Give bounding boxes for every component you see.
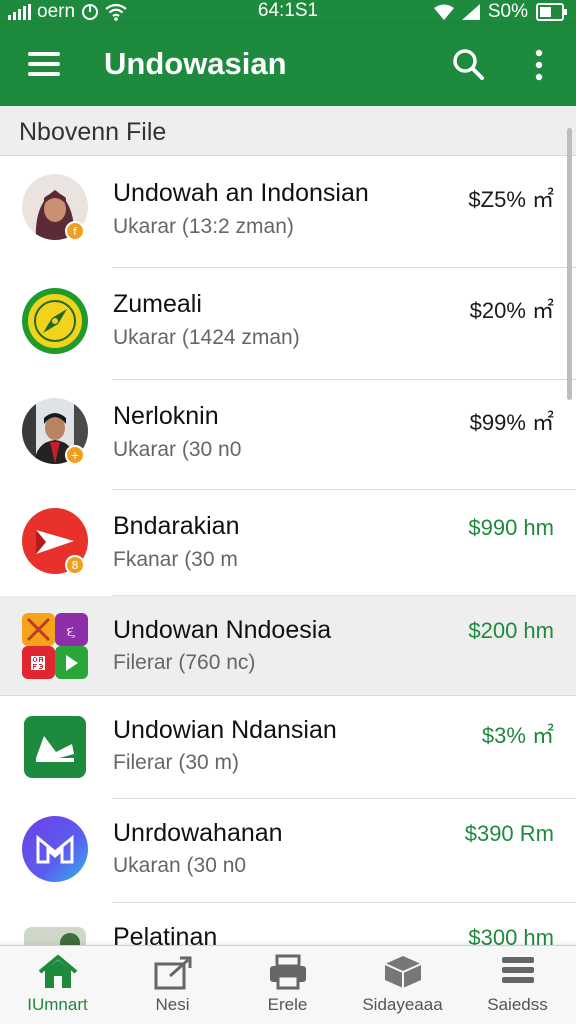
item-name: Zumeali	[113, 290, 202, 318]
item-subtitle: Filerar (760 nc)	[113, 651, 256, 674]
bottom-navigation: IUmnart Nesi Erele Sidayeaaa Saiedss	[0, 945, 576, 1024]
share-icon	[154, 956, 192, 990]
multicolor-tiles-app-icon: ૬ ૳	[22, 613, 88, 679]
battery-percent: S0%	[487, 1, 528, 22]
item-subtitle: Ukarar (30 n0	[113, 438, 242, 461]
item-name: Nerloknin	[113, 402, 219, 430]
nav-label: Nesi	[155, 995, 190, 1014]
item-name: Undowah an Indonsian	[113, 179, 369, 207]
compass-emblem-avatar	[22, 288, 88, 354]
item-name: Pelatinan	[113, 923, 218, 945]
list-icon	[502, 957, 534, 983]
cell-signal-icon	[461, 4, 480, 20]
woman-hijab-avatar: f	[22, 174, 88, 240]
printer-icon	[270, 954, 306, 990]
nav-item-box[interactable]: Sidayeaaa	[345, 946, 460, 1024]
item-name: Undowan Nndoesia	[113, 616, 332, 644]
item-price: $3% ㎡	[481, 723, 554, 748]
item-subtitle: Fkanar (30 m	[113, 548, 238, 571]
man-portrait-avatar: +	[22, 398, 88, 464]
scrollbar[interactable]	[567, 128, 572, 400]
status-bar: oern 64:1S1 S0%	[0, 0, 576, 24]
item-subtitle: Ukarar (13:2 zman)	[113, 215, 294, 238]
list-item[interactable]: Undowian Ndansian Filerar (30 m) $3% ㎡	[0, 696, 576, 799]
item-subtitle: Filerar (30 m)	[113, 751, 240, 774]
home-icon	[38, 955, 78, 988]
section-header-label: Nbovenn File	[19, 118, 167, 146]
item-name: Undowian Ndansian	[113, 716, 337, 744]
nav-label: IUmnart	[27, 995, 88, 1014]
status-right: S0%	[433, 0, 568, 24]
red-arrow-app-icon: 8	[22, 508, 88, 574]
item-name: Unrdowahanan	[113, 819, 283, 847]
green-shoe-app-icon	[24, 716, 86, 778]
svg-text:+: +	[70, 449, 79, 462]
nav-item-print[interactable]: Erele	[230, 946, 345, 1024]
partial-photo-icon	[24, 927, 86, 945]
svg-text:૳: ૳	[30, 654, 46, 673]
item-name: Bndarakian	[113, 512, 240, 540]
nav-label: Erele	[267, 995, 308, 1014]
nav-item-home[interactable]: IUmnart	[0, 946, 115, 1024]
item-price: $990 hm	[468, 515, 554, 540]
list-item-selected[interactable]: ૬ ૳ Undowan Nndoesia Filerar (760 nc) $2…	[0, 596, 576, 696]
purple-gradient-app-icon	[22, 816, 88, 882]
item-price: $99% ㎡	[469, 410, 554, 435]
list-item[interactable]: 8 Bndarakian Fkanar (30 m $990 hm	[0, 490, 576, 596]
nav-item-list[interactable]: Saiedss	[460, 946, 575, 1024]
more-vertical-icon[interactable]	[530, 48, 548, 82]
list-item[interactable]: Pelatinan $300 hm	[0, 903, 576, 945]
app-bar: Undowasian	[0, 24, 576, 106]
item-price: $200 hm	[468, 618, 554, 643]
svg-text:8: 8	[72, 559, 79, 572]
file-list: f Undowah an Indonsian Ukarar (13:2 zman…	[0, 157, 576, 945]
list-item[interactable]: Zumeali Ukarar (1424 zman) $20% ㎡	[0, 268, 576, 380]
list-item[interactable]: Unrdowahanan Ukaran (30 n0 $390 Rm	[0, 799, 576, 903]
app-title: Undowasian	[104, 46, 287, 81]
item-price: $390 Rm	[464, 821, 554, 846]
list-item[interactable]: + Nerloknin Ukarar (30 n0 $99% ㎡	[0, 380, 576, 490]
item-price: $Z5% ㎡	[468, 187, 554, 212]
search-icon[interactable]	[452, 48, 484, 80]
nav-label: Saiedss	[487, 995, 548, 1014]
wifi-filled-icon	[433, 4, 454, 20]
svg-text:૬: ૬	[67, 622, 76, 641]
item-subtitle: Ukarar (1424 zman)	[113, 326, 300, 349]
list-item[interactable]: f Undowah an Indonsian Ukarar (13:2 zman…	[0, 157, 576, 268]
item-price: $20% ㎡	[469, 298, 554, 323]
item-subtitle: Ukaran (30 n0	[113, 854, 247, 877]
item-price: $300 hm	[468, 925, 554, 945]
box-icon	[384, 956, 422, 988]
section-header: Nbovenn File	[0, 106, 576, 156]
battery-icon	[536, 3, 567, 21]
nav-item-share[interactable]: Nesi	[115, 946, 230, 1024]
hamburger-menu-icon[interactable]	[28, 52, 60, 76]
nav-label: Sidayeaaa	[362, 995, 443, 1014]
